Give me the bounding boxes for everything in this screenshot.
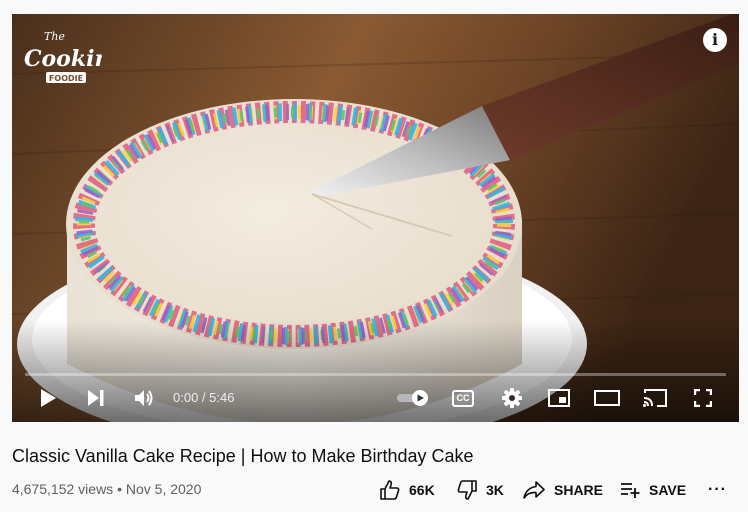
next-button[interactable] [82, 374, 110, 422]
svg-text:FOODIE: FOODIE [49, 74, 83, 83]
volume-icon [135, 390, 153, 406]
miniplayer-button[interactable] [545, 374, 573, 422]
fullscreen-icon [694, 389, 712, 407]
subtitles-icon: CC [452, 389, 474, 407]
share-button[interactable]: SHARE [523, 478, 603, 502]
settings-button[interactable] [498, 374, 526, 422]
autoplay-toggle[interactable] [394, 374, 434, 422]
cast-icon [643, 389, 667, 407]
next-icon [88, 390, 104, 406]
share-icon [523, 481, 545, 499]
save-button[interactable]: SAVE [620, 478, 686, 502]
time-separator: / [198, 390, 210, 405]
video-frame[interactable] [12, 14, 739, 422]
video-title: Classic Vanilla Cake Recipe | How to Mak… [12, 446, 474, 466]
dislike-count: 3K [486, 482, 504, 498]
save-label: SAVE [649, 482, 687, 498]
player-controls: 0:00 / 5:46 CC [12, 374, 739, 422]
more-icon: ··· [708, 481, 727, 498]
play-icon [41, 389, 56, 407]
subtitles-button[interactable]: CC [449, 374, 477, 422]
svg-text:Cooking: Cooking [24, 46, 102, 72]
volume-button[interactable] [130, 374, 158, 422]
theater-mode-button[interactable] [592, 374, 622, 422]
duration: 5:46 [209, 390, 235, 405]
thumbs-up-icon [380, 480, 400, 500]
theater-icon [594, 390, 620, 406]
cast-button[interactable] [641, 374, 669, 422]
autoplay-toggle-icon [397, 390, 428, 406]
svg-text:The: The [44, 30, 65, 43]
time-display: 0:00 / 5:46 [173, 374, 234, 422]
info-icon: i [711, 30, 719, 49]
like-count: 66K [409, 482, 435, 498]
settings-icon [502, 388, 522, 408]
action-bar: 66K 3K SHARE SAVE ··· [0, 478, 748, 502]
current-time: 0:00 [173, 390, 199, 405]
playlist-add-icon [621, 483, 640, 498]
more-actions-button[interactable]: ··· [708, 478, 727, 502]
video-player[interactable]: The Cooking FOODIE i 0:00 / 5:46 CC [12, 14, 739, 422]
play-button[interactable] [34, 374, 62, 422]
info-button[interactable]: i [703, 28, 727, 52]
fullscreen-button[interactable] [689, 374, 717, 422]
like-button[interactable]: 66K [380, 478, 435, 502]
dislike-button[interactable]: 3K [457, 478, 504, 502]
thumbs-down-icon [457, 480, 477, 500]
channel-logo: The Cooking FOODIE [24, 30, 102, 83]
miniplayer-icon [548, 389, 570, 407]
share-label: SHARE [554, 482, 604, 498]
